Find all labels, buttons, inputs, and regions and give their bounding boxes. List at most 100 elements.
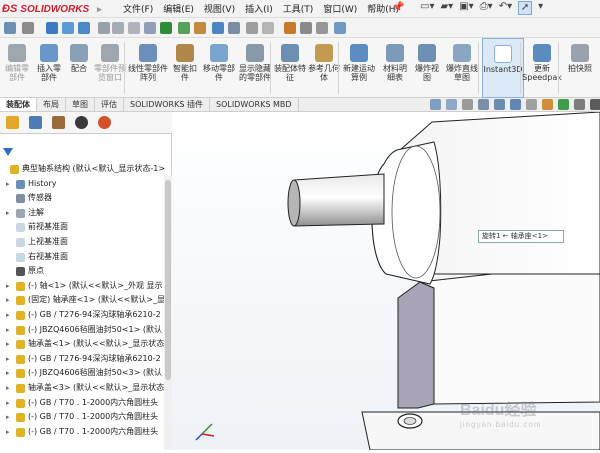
view-settings-icon[interactable]: [574, 99, 585, 110]
tree-item[interactable]: 右视基准面: [0, 250, 165, 265]
tree-item[interactable]: ▸ (-) JBZQ4606毡圈油封50<1> (默认: [0, 323, 165, 338]
zoom-fit-icon[interactable]: [430, 99, 441, 110]
sketch-icon[interactable]: [316, 22, 328, 34]
command-tab-4[interactable]: SOLIDWORKS 插件: [124, 98, 210, 111]
tree-item[interactable]: ▸ (-) GB / T70 . 1-2000内六角圆柱头: [0, 425, 165, 440]
tree-scrollbar[interactable]: [164, 176, 172, 450]
section-view-icon[interactable]: [478, 99, 489, 110]
zoom-area-icon[interactable]: [446, 99, 457, 110]
link-icon[interactable]: [98, 22, 110, 34]
feature-manager-tab-icon[interactable]: [6, 116, 19, 129]
ribbon-button-14[interactable]: Instant3D: [482, 38, 524, 98]
tree-item[interactable]: 前视基准面: [0, 220, 165, 235]
expand-arrow-icon[interactable]: ▸: [6, 177, 10, 191]
gear-icon[interactable]: [112, 22, 124, 34]
ribbon-button-15[interactable]: 更新Speedpak: [522, 38, 562, 98]
tree-item[interactable]: 传感器: [0, 191, 165, 206]
grid-icon[interactable]: [144, 22, 156, 34]
component-icon[interactable]: [246, 22, 258, 34]
bearing-support-rib[interactable]: [397, 281, 435, 409]
ribbon-button-7[interactable]: 显示隐藏的零部件: [238, 38, 272, 98]
shaft-icon[interactable]: [262, 22, 274, 34]
ribbon-button-6[interactable]: 移动零部件: [202, 38, 236, 98]
ribbon-button-5[interactable]: 智能扣件: [170, 38, 200, 98]
tree-item[interactable]: ▸ (-) 轴<1> (默认<<默认>_外观 显示: [0, 279, 165, 294]
previous-view-icon[interactable]: [462, 99, 473, 110]
menu-item-0[interactable]: 文件(F): [123, 2, 153, 15]
expand-arrow-icon[interactable]: ▸: [6, 279, 10, 293]
expand-arrow-icon[interactable]: ▸: [6, 396, 10, 410]
pin-toolbar-icon[interactable]: [4, 22, 16, 34]
zoom-icon[interactable]: [62, 22, 74, 34]
tree-item[interactable]: ▸ 注解: [0, 206, 165, 221]
tree-item[interactable]: ▸ (-) GB / T70 . 1-2000内六角圆柱头: [0, 396, 165, 411]
tree-item[interactable]: ▸ (-) GB / T70 . 1-2000内六角圆柱头: [0, 410, 165, 425]
expand-arrow-icon[interactable]: ▸: [6, 352, 10, 366]
tree-item[interactable]: ▸ History: [0, 177, 165, 192]
menu-item-3[interactable]: 插入(I): [245, 2, 273, 15]
configuration-manager-tab-icon[interactable]: [52, 116, 65, 129]
ribbon-button-4[interactable]: 线性零部件阵列: [128, 38, 168, 98]
display-style-icon[interactable]: [510, 99, 521, 110]
tree-item[interactable]: ▸ (-) GB / T276-94深沟球轴承6210-2: [0, 308, 165, 323]
search-icon[interactable]: [212, 22, 224, 34]
ribbon-button-11[interactable]: 材料明细表: [380, 38, 410, 98]
open-folder-icon[interactable]: ▰▾: [440, 1, 453, 15]
ribbon-button-16[interactable]: 拍快照: [562, 38, 598, 98]
pin-icon[interactable]: 📌: [392, 2, 404, 13]
display-icon[interactable]: [228, 22, 240, 34]
tree-item[interactable]: ▸ (-) GB / T276-94深沟球轴承6210-2: [0, 352, 165, 367]
shaft-end[interactable]: [287, 179, 301, 227]
ribbon-button-8[interactable]: 装配体特征: [274, 38, 306, 98]
ribbon-button-2[interactable]: 配合: [66, 38, 92, 98]
expand-arrow-icon[interactable]: ▸: [6, 425, 10, 439]
axis-icon[interactable]: [22, 22, 34, 34]
hide-show-icon[interactable]: [526, 99, 537, 110]
mate-icon[interactable]: [178, 22, 190, 34]
dimension-icon[interactable]: [300, 22, 312, 34]
menu-item-2[interactable]: 视图(V): [204, 2, 235, 15]
scrollbar-thumb[interactable]: [165, 180, 171, 380]
expand-arrow-icon[interactable]: ▸: [6, 308, 10, 322]
ribbon-button-3[interactable]: 零部件预览窗口: [94, 38, 126, 98]
tree-item[interactable]: 典型轴系结构 (默认<默认_显示状态-1>): [0, 162, 165, 177]
print-icon[interactable]: ⎙▾: [480, 1, 493, 15]
ribbon-button-10[interactable]: 新建运动算例: [342, 38, 376, 98]
command-tab-2[interactable]: 草图: [66, 98, 95, 111]
view-icon[interactable]: [78, 22, 90, 34]
ribbon-button-12[interactable]: 爆炸视图: [412, 38, 442, 98]
display-manager-tab-icon[interactable]: [98, 116, 111, 129]
expand-arrow-icon[interactable]: ▸: [6, 410, 10, 424]
tree-item[interactable]: 上视基准面: [0, 235, 165, 250]
command-tab-5[interactable]: SOLIDWORKS MBD: [210, 98, 299, 111]
ribbon-button-9[interactable]: 参考几何体: [308, 38, 340, 98]
command-tab-0[interactable]: 装配体: [0, 98, 37, 111]
expand-arrow-icon[interactable]: ▸: [6, 323, 10, 337]
tree-item[interactable]: ▸ (-) JBZQ4606毡圈油封50<3> (默认: [0, 366, 165, 381]
filter-icon[interactable]: [3, 148, 13, 157]
hex-icon[interactable]: [128, 22, 140, 34]
expand-arrow-icon[interactable]: ▸: [6, 381, 10, 395]
tree-item[interactable]: ▸ 轴承盖<1> (默认<<默认>_显示状态: [0, 337, 165, 352]
menu-item-5[interactable]: 窗口(W): [323, 2, 357, 15]
ribbon-button-13[interactable]: 爆炸直线草图: [444, 38, 480, 98]
expand-arrow-icon[interactable]: ▸: [6, 366, 10, 380]
layer-icon[interactable]: [334, 22, 346, 34]
appearance-icon[interactable]: [542, 99, 553, 110]
select-tool-icon[interactable]: [46, 22, 58, 34]
tree-item[interactable]: ▸ (固定) 轴承座<1> (默认<<默认>_显: [0, 293, 165, 308]
tree-item[interactable]: ▸ 轴承盖<3> (默认<<默认>_显示状态: [0, 381, 165, 396]
scene-icon[interactable]: [558, 99, 569, 110]
view-orientation-icon[interactable]: [494, 99, 505, 110]
ribbon-button-0[interactable]: 编辑零部件: [4, 38, 30, 98]
assembly-icon[interactable]: [284, 22, 296, 34]
tree-item[interactable]: 原点: [0, 264, 165, 279]
box-icon[interactable]: [194, 22, 206, 34]
expand-arrow-icon[interactable]: ▸: [6, 293, 10, 307]
menu-item-4[interactable]: 工具(T): [283, 2, 314, 15]
bearing-pedestal[interactable]: [418, 261, 600, 405]
new-document-icon[interactable]: ▭▾: [420, 1, 434, 15]
dimxpert-tab-icon[interactable]: [75, 116, 88, 129]
ribbon-button-1[interactable]: 插入零部件: [34, 38, 64, 98]
shaft[interactable]: [293, 173, 385, 227]
